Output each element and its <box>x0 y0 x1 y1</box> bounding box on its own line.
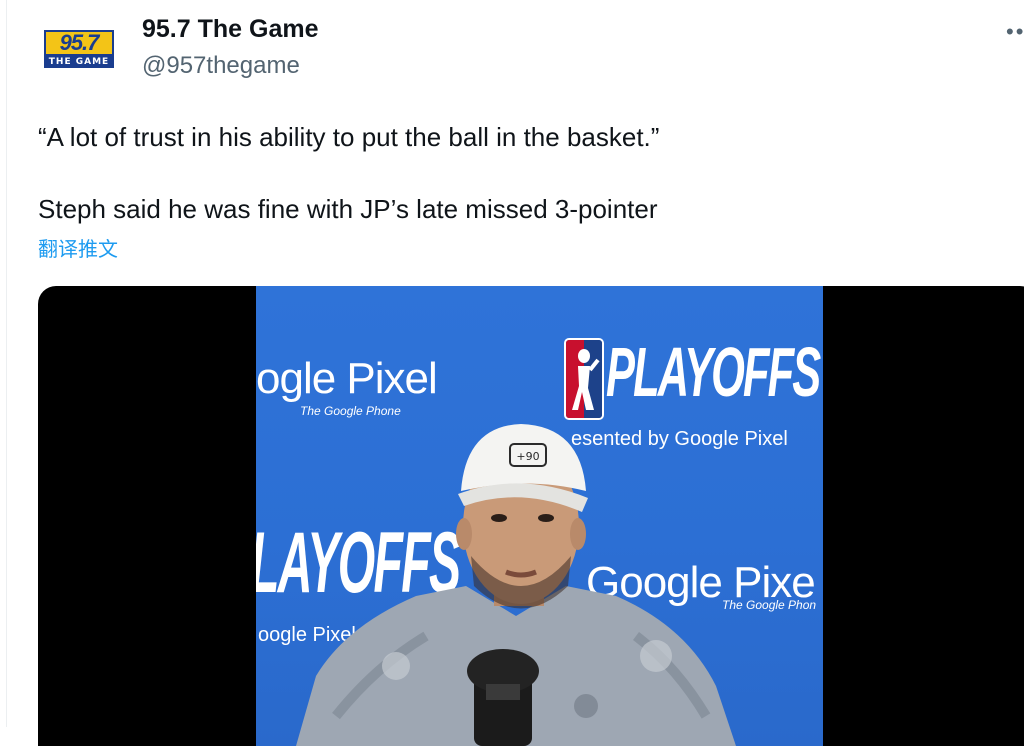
avatar-number: 95.7 <box>44 30 114 56</box>
more-options-icon[interactable]: •• <box>1006 12 1024 52</box>
cap-logo: +90 <box>516 450 539 463</box>
speaker-figure: +90 <box>296 424 736 746</box>
tweet-text-line-1: “A lot of trust in his ability to put th… <box>38 122 660 152</box>
user-handle[interactable]: @957thegame <box>142 52 300 80</box>
video-frame[interactable]: ogle Pixel The Google Phone PLAYOFFS ese… <box>256 286 823 746</box>
tweet-media[interactable]: ogle Pixel The Google Phone PLAYOFFS ese… <box>38 286 1024 746</box>
avatar-subtitle: THE GAME <box>44 56 114 68</box>
tweet-text-line-2: Steph said he was fine with JP’s late mi… <box>38 194 658 224</box>
display-name[interactable]: 95.7 The Game <box>142 15 318 44</box>
avatar[interactable]: 95.7 THE GAME <box>40 22 118 72</box>
translate-tweet-link[interactable]: 翻译推文 <box>38 233 118 262</box>
timeline-divider <box>6 0 7 727</box>
